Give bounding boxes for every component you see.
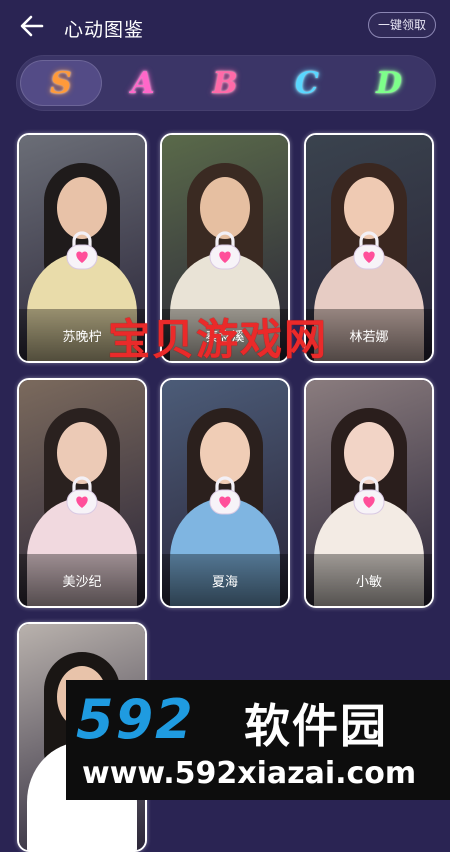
character-card[interactable]: 夏海	[160, 378, 290, 608]
lock-icon	[65, 475, 99, 515]
tab-tier-a[interactable]: A	[102, 60, 184, 106]
page-title: 心动图鉴	[64, 20, 145, 41]
watermark-logo-number: 592	[76, 688, 195, 751]
tier-tabs: S A B C D	[16, 55, 436, 111]
back-button[interactable]	[18, 12, 48, 40]
lock-icon	[208, 230, 242, 270]
tier-label: A	[131, 65, 155, 101]
claim-all-button[interactable]: 一键领取	[368, 12, 436, 38]
lock-icon	[65, 230, 99, 270]
character-name: 小敏	[355, 573, 382, 589]
character-name-bar: 小敏	[306, 554, 432, 606]
character-name: 美沙纪	[62, 573, 102, 589]
character-card[interactable]: 美沙纪	[17, 378, 147, 608]
character-name-bar: 夏海	[162, 554, 288, 606]
lock-icon	[352, 475, 386, 515]
watermark-text: 宝贝游戏网	[108, 315, 329, 364]
character-card[interactable]: 小敏	[304, 378, 434, 608]
tier-label: D	[375, 65, 402, 101]
watermark-url: www.592xiazai.com	[82, 756, 417, 791]
watermark-banner: 592 软件园 www.592xiazai.com	[66, 680, 450, 800]
character-name: 林若娜	[349, 328, 389, 344]
character-name-bar: 美沙纪	[19, 554, 145, 606]
tab-tier-b[interactable]: B	[184, 60, 266, 106]
watermark-logo-text: 软件园	[244, 699, 388, 753]
tier-label: C	[295, 65, 319, 101]
arrow-left-icon	[20, 15, 44, 37]
tab-tier-s[interactable]: S	[20, 60, 102, 106]
tab-tier-c[interactable]: C	[266, 60, 348, 106]
lock-icon	[208, 475, 242, 515]
tier-label: S	[50, 65, 72, 101]
header: 心动图鉴 一键领取	[0, 0, 450, 52]
character-name: 夏海	[211, 573, 238, 589]
tab-tier-d[interactable]: D	[348, 60, 430, 106]
character-name: 苏晚柠	[62, 328, 102, 344]
tier-label: B	[212, 65, 238, 101]
lock-icon	[352, 230, 386, 270]
